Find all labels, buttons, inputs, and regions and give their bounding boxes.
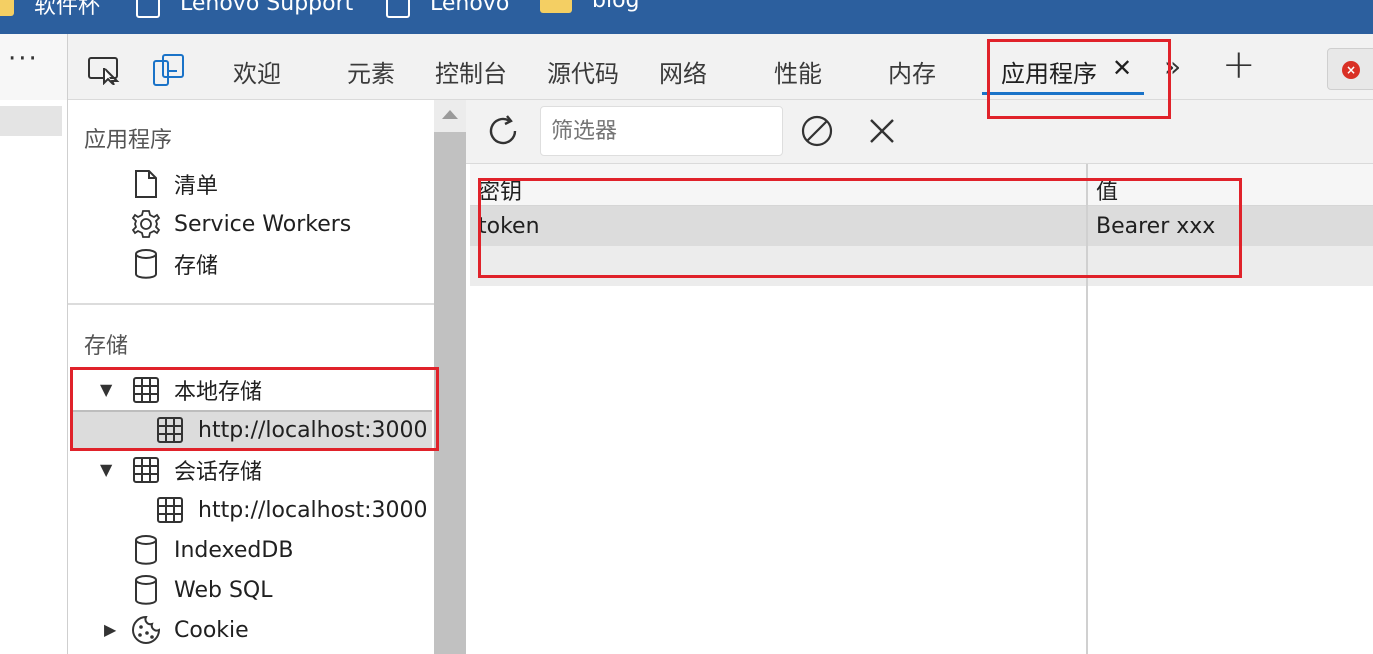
inspect-element-icon[interactable] [86,52,122,88]
highlight-box-local-storage [70,367,439,451]
tab-elements[interactable]: 元素 [347,54,395,89]
grid-icon [130,454,162,486]
sidebar-item-storage[interactable]: 存储 [130,245,218,283]
database-icon [130,534,162,566]
sidebar-item-manifest[interactable]: 清单 [130,165,218,203]
bookmark-lenovo-support[interactable]: Lenovo Support [136,0,353,18]
bookmarks-bar: 软件杯 Lenovo Support Lenovo blog [0,0,1373,34]
bookmark-ruanjianbei[interactable]: 软件杯 [0,0,100,20]
page-icon [136,0,160,18]
storage-toolbar [466,100,1373,164]
grid-icon [154,494,186,526]
section-title-application: 应用程序 [84,128,173,153]
tab-console[interactable]: 控制台 [435,54,507,89]
bookmark-label: Lenovo Support [180,0,354,16]
add-tab-icon[interactable]: + [1222,42,1256,88]
folder-icon [540,0,572,13]
bookmark-label: Lenovo [430,0,510,16]
sidebar-item-label: 清单 [174,174,219,199]
error-icon: × [1342,61,1360,79]
tab-performance[interactable]: 性能 [774,54,822,89]
gear-icon [130,208,162,240]
bookmark-blog[interactable]: blog [540,0,640,13]
scroll-up-arrow-icon[interactable] [442,110,458,119]
clear-all-icon[interactable] [798,112,836,150]
collapse-arrow-icon[interactable]: ▶ [104,620,116,639]
page-icon [386,0,410,18]
tab-network[interactable]: 网络 [659,54,707,89]
sidebar-item-label: Service Workers [174,211,352,237]
tab-sources[interactable]: 源代码 [547,54,619,89]
expand-arrow-icon[interactable]: ▼ [100,460,112,479]
bookmark-label: blog [592,0,640,13]
sidebar-item-label: 存储 [174,254,219,279]
database-icon [130,248,162,280]
sidebar-item-label: Web SQL [174,577,273,603]
sidebar-item-label: IndexedDB [174,537,294,563]
highlight-box-application-tab [987,39,1171,119]
document-icon [130,168,162,200]
issues-badge[interactable]: × [1327,48,1373,90]
highlight-box-table-row [478,178,1242,278]
device-emulation-icon[interactable] [150,52,186,88]
section-divider [68,303,434,305]
filter-input[interactable] [540,106,783,156]
sidebar-item-session-storage-origin[interactable]: http://localhost:3000 [154,491,428,529]
sidebar-item-service-workers[interactable]: Service Workers [130,205,351,243]
database-icon [130,574,162,606]
sidebar-item-websql[interactable]: Web SQL [130,571,273,609]
sidebar-item-label: http://localhost:3000 [198,497,428,523]
left-edge-panel [0,100,68,654]
sidebar-item-cookie[interactable]: Cookie [130,611,249,649]
bookmark-label: 软件杯 [34,0,101,19]
more-menu-area: ··· [0,34,68,100]
section-title-storage: 存储 [84,334,129,359]
sidebar-item-indexeddb[interactable]: IndexedDB [130,531,293,569]
tab-memory[interactable]: 内存 [888,54,936,89]
edge-selected-item[interactable] [0,106,62,136]
delete-selected-icon[interactable] [863,112,901,150]
folder-icon [0,0,14,16]
tab-welcome[interactable]: 欢迎 [233,54,281,89]
sidebar-item-label: Cookie [174,617,249,643]
cookie-icon [130,614,162,646]
bookmark-lenovo[interactable]: Lenovo [386,0,509,18]
refresh-icon[interactable] [484,112,522,150]
sidebar-item-session-storage[interactable]: 会话存储 [130,451,262,489]
sidebar-item-label: 会话存储 [174,460,263,485]
more-menu-button[interactable]: ··· [8,44,39,74]
